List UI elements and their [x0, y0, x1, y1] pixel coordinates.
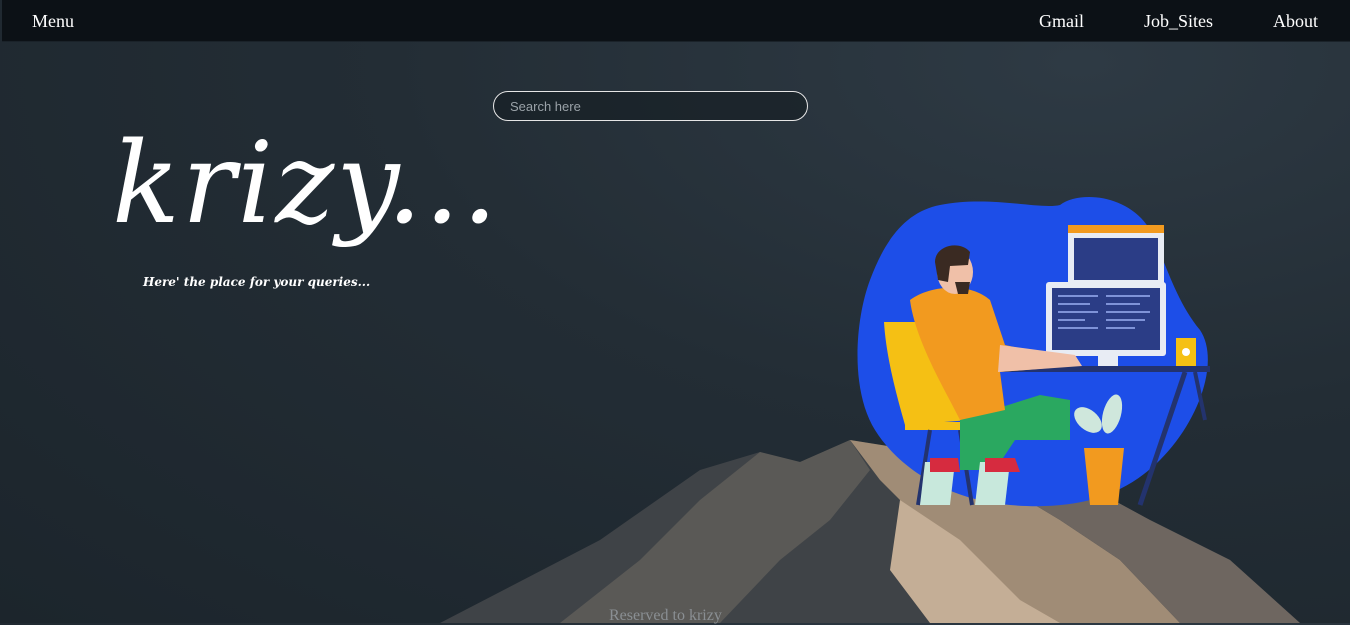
footer-text: Reserved to krizy [609, 607, 722, 624]
nav-link-job-sites[interactable]: Job_Sites [1144, 11, 1213, 32]
search-box [493, 91, 808, 121]
tagline: Here' the place for your queries... [143, 275, 371, 289]
mountain-image [440, 440, 1300, 623]
menu-button[interactable]: Menu [32, 11, 74, 32]
nav-link-gmail[interactable]: Gmail [1039, 11, 1084, 32]
top-navbar: Menu Gmail Job_Sites About [2, 0, 1350, 42]
nav-link-about[interactable]: About [1273, 11, 1318, 32]
logo-title: krizy... [112, 119, 500, 249]
search-input[interactable] [494, 92, 807, 120]
